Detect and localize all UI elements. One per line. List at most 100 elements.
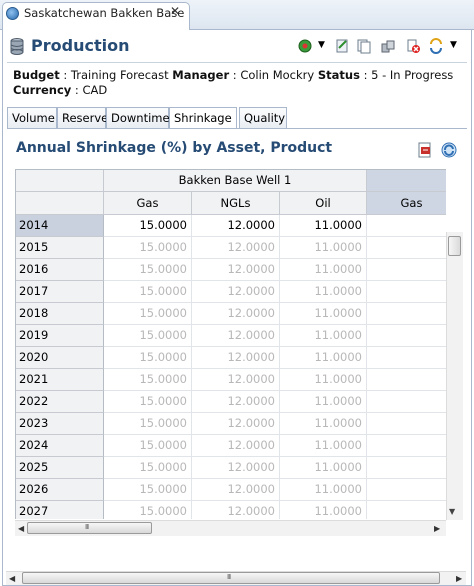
row-header-year[interactable]: 2025 <box>16 457 104 479</box>
cell-gas[interactable]: 15.0000 <box>104 501 192 519</box>
cell-gas[interactable]: 15.0000 <box>104 457 192 479</box>
column-header-gas[interactable]: Gas <box>104 192 192 215</box>
cell-gas-2[interactable] <box>367 435 446 457</box>
cell-gas-2[interactable] <box>367 281 446 303</box>
row-header-year[interactable]: 2027 <box>16 501 104 519</box>
cell-oil[interactable]: 11.0000 <box>280 479 367 501</box>
column-header-oil[interactable]: Oil <box>280 192 367 215</box>
row-header-year[interactable]: 2018 <box>16 303 104 325</box>
row-header-year[interactable]: 2015 <box>16 237 104 259</box>
cell-ngls[interactable]: 12.0000 <box>192 303 280 325</box>
refresh-data-icon[interactable] <box>428 38 444 54</box>
cell-gas-2[interactable] <box>367 501 446 519</box>
close-icon[interactable]: ✕ <box>170 4 180 18</box>
page-scroll-right-arrow[interactable]: ▶ <box>456 574 462 583</box>
column-header-gas-2[interactable]: Gas <box>367 192 446 215</box>
row-header-year[interactable]: 2016 <box>16 259 104 281</box>
tab-quality[interactable]: Quality <box>239 107 287 129</box>
vertical-scrollbar[interactable] <box>446 232 463 520</box>
cell-oil[interactable]: 11.0000 <box>280 457 367 479</box>
cell-gas[interactable]: 15.0000 <box>104 215 192 237</box>
cell-gas[interactable]: 15.0000 <box>104 325 192 347</box>
cell-gas-2[interactable] <box>367 259 446 281</box>
cell-oil[interactable]: 11.0000 <box>280 413 367 435</box>
cell-ngls[interactable]: 12.0000 <box>192 347 280 369</box>
cell-ngls[interactable]: 12.0000 <box>192 369 280 391</box>
cell-gas-2[interactable] <box>367 369 446 391</box>
row-header-year[interactable]: 2026 <box>16 479 104 501</box>
cell-gas[interactable]: 15.0000 <box>104 347 192 369</box>
tab-shrinkage[interactable]: Shrinkage <box>169 107 237 129</box>
tab-downtime[interactable]: Downtime <box>106 107 170 129</box>
cell-gas-2[interactable] <box>367 347 446 369</box>
row-header-year[interactable]: 2014 <box>16 215 104 237</box>
more-chevron-down-icon[interactable]: ▼ <box>450 40 457 50</box>
delete-icon[interactable] <box>405 38 421 54</box>
cell-oil[interactable]: 11.0000 <box>280 303 367 325</box>
scroll-down-arrow[interactable]: ▼ <box>449 507 455 516</box>
cell-ngls[interactable]: 12.0000 <box>192 479 280 501</box>
tab-reserve[interactable]: Reserve <box>57 107 108 129</box>
cell-oil[interactable]: 11.0000 <box>280 237 367 259</box>
cell-gas-2[interactable] <box>367 391 446 413</box>
cell-oil[interactable]: 11.0000 <box>280 281 367 303</box>
row-header-year[interactable]: 2023 <box>16 413 104 435</box>
scroll-right-arrow[interactable]: ▶ <box>434 524 440 533</box>
cell-oil[interactable]: 11.0000 <box>280 435 367 457</box>
cell-ngls[interactable]: 12.0000 <box>192 413 280 435</box>
cell-gas-2[interactable] <box>367 303 446 325</box>
cell-gas-2[interactable] <box>367 237 446 259</box>
cell-gas-2[interactable] <box>367 215 446 237</box>
cell-ngls[interactable]: 12.0000 <box>192 391 280 413</box>
cell-gas[interactable]: 15.0000 <box>104 281 192 303</box>
cell-oil[interactable]: 11.0000 <box>280 391 367 413</box>
cell-gas[interactable]: 15.0000 <box>104 303 192 325</box>
row-header-year[interactable]: 2019 <box>16 325 104 347</box>
horizontal-scroll-thumb[interactable] <box>27 522 152 534</box>
cell-gas-2[interactable] <box>367 479 446 501</box>
cell-ngls[interactable]: 12.0000 <box>192 457 280 479</box>
cell-oil[interactable]: 11.0000 <box>280 347 367 369</box>
scroll-left-arrow[interactable]: ◀ <box>18 524 24 533</box>
cell-gas[interactable]: 15.0000 <box>104 479 192 501</box>
cell-gas[interactable]: 15.0000 <box>104 435 192 457</box>
cell-ngls[interactable]: 12.0000 <box>192 215 280 237</box>
cell-gas[interactable]: 15.0000 <box>104 237 192 259</box>
run-icon[interactable] <box>297 38 313 54</box>
export-icon[interactable] <box>417 142 433 158</box>
cell-gas[interactable]: 15.0000 <box>104 391 192 413</box>
copy-icon[interactable] <box>356 38 372 54</box>
transfer-icon[interactable] <box>380 38 396 54</box>
cell-gas[interactable]: 15.0000 <box>104 259 192 281</box>
row-header-year[interactable]: 2022 <box>16 391 104 413</box>
row-header-year[interactable]: 2024 <box>16 435 104 457</box>
cell-oil[interactable]: 11.0000 <box>280 369 367 391</box>
row-header-year[interactable]: 2020 <box>16 347 104 369</box>
cell-ngls[interactable]: 12.0000 <box>192 501 280 519</box>
vertical-scroll-thumb[interactable] <box>448 236 461 256</box>
cell-ngls[interactable]: 12.0000 <box>192 435 280 457</box>
page-horizontal-scroll-thumb[interactable] <box>22 572 440 584</box>
cell-ngls[interactable]: 12.0000 <box>192 281 280 303</box>
cell-oil[interactable]: 11.0000 <box>280 501 367 519</box>
cell-gas-2[interactable] <box>367 457 446 479</box>
cell-gas-2[interactable] <box>367 413 446 435</box>
tab-volume[interactable]: Volume <box>7 107 57 129</box>
cell-ngls[interactable]: 12.0000 <box>192 325 280 347</box>
edit-document-icon[interactable] <box>334 38 350 54</box>
cell-ngls[interactable]: 12.0000 <box>192 259 280 281</box>
cell-oil[interactable]: 11.0000 <box>280 325 367 347</box>
editor-tab-title: Saskatchewan Bakken Base <box>24 6 185 20</box>
row-header-year[interactable]: 2021 <box>16 369 104 391</box>
cell-gas[interactable]: 15.0000 <box>104 413 192 435</box>
cell-ngls[interactable]: 12.0000 <box>192 237 280 259</box>
cell-gas[interactable]: 15.0000 <box>104 369 192 391</box>
run-dropdown-chevron-down-icon[interactable]: ▼ <box>318 40 325 50</box>
cell-gas-2[interactable] <box>367 325 446 347</box>
column-header-ngls[interactable]: NGLs <box>192 192 280 215</box>
page-scroll-left-arrow[interactable]: ◀ <box>9 574 15 583</box>
cell-oil[interactable]: 11.0000 <box>280 259 367 281</box>
refresh-icon[interactable] <box>441 142 457 158</box>
row-header-year[interactable]: 2017 <box>16 281 104 303</box>
cell-oil[interactable]: 11.0000 <box>280 215 367 237</box>
